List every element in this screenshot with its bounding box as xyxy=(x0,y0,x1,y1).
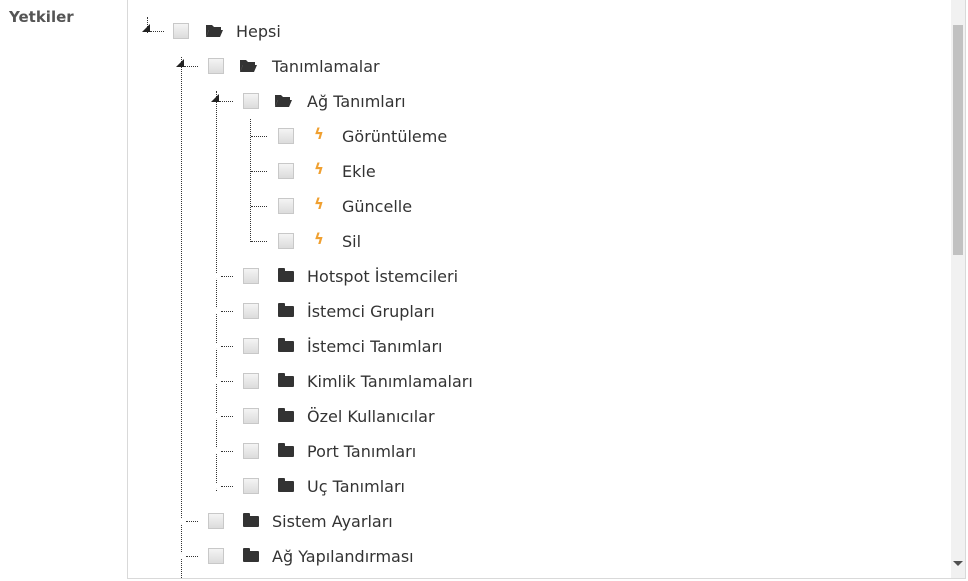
tree-line xyxy=(251,241,267,242)
folder-icon xyxy=(278,303,294,317)
tree-node-ag-tanimlari: Ağ Tanımları xyxy=(128,84,528,119)
tree-leaf-sil: ϟ Sil xyxy=(128,224,528,259)
tree-node-label[interactable]: Port Tanımları xyxy=(307,443,416,461)
tree-node-label[interactable]: Sil xyxy=(342,233,361,251)
permissions-tree: Hepsi Tanımlamalar Ağ Tanımları ϟ Görünt… xyxy=(127,0,966,579)
bolt-icon: ϟ xyxy=(314,160,324,178)
tree-checkbox[interactable] xyxy=(243,268,259,284)
folder-icon xyxy=(278,373,294,387)
tree-node-label[interactable]: Kimlik Tanımlamaları xyxy=(307,373,473,391)
tree-node-tanimlamalar: Tanımlamalar xyxy=(128,49,528,84)
tree-node-label[interactable]: İstemci Tanımları xyxy=(307,338,442,356)
tree-node-istemci-gruplari: İstemci Grupları xyxy=(128,294,628,329)
tree-line xyxy=(221,451,233,452)
tree-line xyxy=(186,556,198,557)
tree-checkbox[interactable] xyxy=(243,373,259,389)
tree-checkbox[interactable] xyxy=(278,233,294,249)
tree-line xyxy=(251,171,267,172)
scroll-down-arrow-icon[interactable] xyxy=(953,561,963,566)
tree-node-label[interactable]: Sistem Ayarları xyxy=(272,513,393,531)
tree-checkbox[interactable] xyxy=(243,303,259,319)
tree-checkbox[interactable] xyxy=(278,198,294,214)
tree-line xyxy=(150,31,164,32)
folder-open-icon xyxy=(240,60,257,72)
tree-node-hepsi: Hepsi xyxy=(128,14,528,49)
tree-checkbox[interactable] xyxy=(278,128,294,144)
tree-leaf-ekle: ϟ Ekle xyxy=(128,154,528,189)
tree-leaf-goruntuleme: ϟ Görüntüleme xyxy=(128,119,528,154)
tree-node-uc-tanimlari: Uç Tanımları xyxy=(128,469,628,504)
collapse-toggle[interactable] xyxy=(142,24,150,32)
folder-open-icon xyxy=(275,95,292,107)
tree-checkbox[interactable] xyxy=(208,548,224,564)
tree-node-kimlik-tanimlamalari: Kimlik Tanımlamaları xyxy=(128,364,628,399)
tree-line xyxy=(219,101,233,102)
folder-icon xyxy=(278,268,294,282)
tree-line xyxy=(221,381,233,382)
tree-checkbox[interactable] xyxy=(243,338,259,354)
tree-line xyxy=(251,206,267,207)
tree-node-istemci-tanimlari: İstemci Tanımları xyxy=(128,329,628,364)
tree-node-label[interactable]: Uç Tanımları xyxy=(307,478,405,496)
tree-leaf-guncelle: ϟ Güncelle xyxy=(128,189,528,224)
folder-icon xyxy=(278,338,294,352)
folder-icon xyxy=(278,408,294,422)
tree-line xyxy=(184,66,198,67)
tree-node-label[interactable]: Tanımlamalar xyxy=(272,58,380,76)
folder-icon xyxy=(243,513,259,527)
tree-node-label[interactable]: Görüntüleme xyxy=(342,128,447,146)
tree-line xyxy=(221,486,233,487)
tree-line xyxy=(221,416,233,417)
tree-node-label[interactable]: İstemci Grupları xyxy=(307,303,435,321)
tree-checkbox[interactable] xyxy=(173,23,189,39)
tree-node-hotspot-istemcileri: Hotspot İstemcileri xyxy=(128,259,628,294)
tree-node-label[interactable]: Hotspot İstemcileri xyxy=(307,268,458,286)
folder-icon xyxy=(243,548,259,562)
tree-line xyxy=(221,276,233,277)
tree-line xyxy=(251,136,267,137)
scrollbar-thumb[interactable] xyxy=(953,25,963,255)
tree-node-label[interactable]: Özel Kullanıcılar xyxy=(307,408,435,426)
tree-line xyxy=(221,311,233,312)
tree-checkbox[interactable] xyxy=(243,93,259,109)
collapse-toggle[interactable] xyxy=(211,94,219,102)
folder-icon xyxy=(278,478,294,492)
tree-node-label[interactable]: Ağ Yapılandırması xyxy=(272,548,414,566)
permissions-field-label: Yetkiler xyxy=(9,8,74,26)
tree-node-label[interactable]: Ağ Tanımları xyxy=(307,93,406,111)
tree-checkbox[interactable] xyxy=(243,443,259,459)
folder-open-icon xyxy=(206,25,223,37)
tree-node-label[interactable]: Hepsi xyxy=(236,23,281,41)
vertical-scrollbar[interactable] xyxy=(951,0,965,578)
bolt-icon: ϟ xyxy=(314,125,324,143)
tree-node-label[interactable]: Güncelle xyxy=(342,198,412,216)
bolt-icon: ϟ xyxy=(314,195,324,213)
tree-line xyxy=(186,521,198,522)
tree-checkbox[interactable] xyxy=(208,58,224,74)
tree-node-ozel-kullanicilar: Özel Kullanıcılar xyxy=(128,399,628,434)
bolt-icon: ϟ xyxy=(314,230,324,248)
tree-checkbox[interactable] xyxy=(243,478,259,494)
tree-checkbox[interactable] xyxy=(243,408,259,424)
tree-checkbox[interactable] xyxy=(208,513,224,529)
collapse-toggle[interactable] xyxy=(176,59,184,67)
folder-icon xyxy=(278,443,294,457)
tree-checkbox[interactable] xyxy=(278,163,294,179)
tree-line xyxy=(221,346,233,347)
tree-node-ag-yapilandirmasi: Ağ Yapılandırması xyxy=(128,539,628,574)
tree-node-label[interactable]: Ekle xyxy=(342,163,376,181)
tree-node-sistem-ayarlari: Sistem Ayarları xyxy=(128,504,628,539)
tree-node-port-tanimlari: Port Tanımları xyxy=(128,434,628,469)
